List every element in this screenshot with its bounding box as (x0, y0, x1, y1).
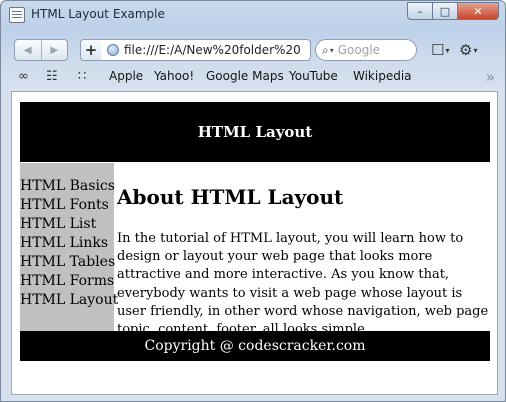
navigation-toolbar: ◀ ▶ + file:///E:/A/New%20folder%20 ⌕ ▾ G… (1, 37, 505, 65)
browser-window: HTML Layout Example – □ ✕ ◀ ▶ + file:///… (0, 0, 506, 402)
chevron-down-icon: ▾ (445, 45, 450, 55)
history-buttons: ◀ ▶ (14, 39, 68, 61)
page-sidebar-nav: HTML Basics HTML Fonts HTML List HTML Li… (20, 163, 118, 331)
bookmark-yahoo[interactable]: Yahoo! (154, 69, 194, 83)
search-icon: ⌕ (322, 42, 329, 57)
page-menu-button[interactable]: ☐ ▾ (431, 40, 449, 60)
page-icon: ☐ (431, 41, 445, 59)
search-engine-chevron-icon[interactable]: ▾ (330, 46, 334, 55)
footer-copyright: Copyright @ codescracker.com (144, 338, 366, 354)
bookmark-youtube[interactable]: YouTube (289, 69, 338, 83)
nav-link-html-layout[interactable]: HTML Layout (20, 292, 118, 308)
settings-menu-button[interactable]: ⚙ ▾ (459, 40, 477, 60)
page-main-content: About HTML Layout In the tutorial of HTM… (116, 163, 490, 337)
back-button[interactable]: ◀ (15, 40, 41, 60)
minimize-button[interactable]: – (407, 2, 433, 20)
globe-icon (107, 44, 119, 56)
search-placeholder: Google (337, 43, 381, 57)
page-icon (9, 7, 25, 23)
address-text[interactable]: file:///E:/A/New%20folder%20 (124, 43, 301, 57)
bookmark-apple[interactable]: Apple (109, 69, 143, 83)
nav-link-html-fonts[interactable]: HTML Fonts (20, 197, 109, 213)
close-button[interactable]: ✕ (457, 2, 499, 20)
title-bar: HTML Layout Example – □ ✕ (1, 1, 505, 31)
page-footer: Copyright @ codescracker.com (20, 331, 490, 361)
nav-link-html-basics[interactable]: HTML Basics (20, 178, 115, 194)
bookmarks-bar: ∞ ☷ ∷ Apple Yahoo! Google Maps YouTube W… (1, 67, 505, 87)
chevron-down-icon: ▾ (473, 45, 478, 55)
page-viewport: HTML Layout HTML Basics HTML Fonts HTML … (11, 91, 498, 395)
nav-link-html-links[interactable]: HTML Links (20, 235, 108, 251)
address-bar[interactable]: file:///E:/A/New%20folder%20 (101, 39, 311, 61)
bookmark-google-maps[interactable]: Google Maps (206, 69, 284, 83)
search-field[interactable]: ⌕ ▾ Google (315, 39, 417, 61)
window-title: HTML Layout Example (31, 7, 165, 21)
more-bookmarks-icon[interactable]: » (486, 68, 495, 86)
nav-link-html-list[interactable]: HTML List (20, 216, 96, 232)
nav-link-html-forms[interactable]: HTML Forms (20, 273, 114, 289)
main-heading: About HTML Layout (117, 185, 344, 209)
gear-icon: ⚙ (459, 41, 473, 59)
header-title: HTML Layout (197, 123, 313, 141)
forward-button[interactable]: ▶ (40, 40, 68, 60)
nav-link-html-tables[interactable]: HTML Tables (20, 254, 115, 270)
window-controls: – □ ✕ (407, 2, 499, 21)
maximize-button[interactable]: □ (432, 2, 458, 20)
main-paragraph: In the tutorial of HTML layout, you will… (117, 231, 489, 338)
page-header: HTML Layout (20, 102, 490, 162)
add-bookmark-button[interactable]: + (80, 39, 102, 61)
bookmark-wikipedia[interactable]: Wikipedia (353, 69, 412, 83)
reading-list-icon[interactable]: ∞ (18, 69, 29, 84)
top-sites-grid-icon[interactable]: ∷ (78, 69, 86, 84)
bookmarks-book-icon[interactable]: ☷ (46, 69, 58, 84)
